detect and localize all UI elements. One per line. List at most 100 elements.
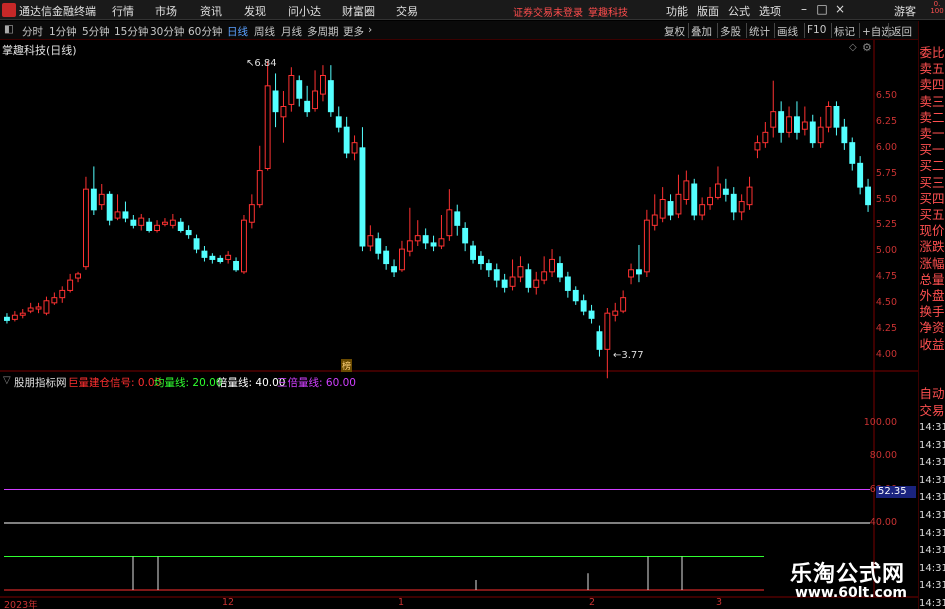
candle-body — [193, 238, 200, 250]
quote-field-label[interactable]: 卖五 — [919, 61, 945, 78]
candle-body — [351, 142, 358, 154]
menu-discover[interactable]: 发现 — [244, 3, 266, 19]
quote-field-label[interactable]: 卖一 — [919, 126, 945, 142]
menu-layout[interactable]: 版面 — [697, 3, 719, 19]
candle-body — [162, 221, 168, 225]
high-price-marker: ↖6.84 — [246, 58, 277, 69]
quote-field-label[interactable]: 净资 — [919, 320, 945, 337]
period-tab-9[interactable]: 多周期 — [307, 24, 339, 39]
candle-body — [849, 142, 856, 164]
period-tab-7[interactable]: 周线 — [254, 24, 275, 39]
close-icon[interactable]: × — [833, 2, 847, 17]
quote-field-label[interactable]: 委比 — [919, 45, 945, 61]
toolbar-right-item-4[interactable]: 画线 — [777, 24, 798, 39]
menu-trade[interactable]: 交易 — [396, 3, 418, 19]
candle-body — [691, 183, 698, 216]
candle-body — [675, 193, 682, 215]
candle-body — [4, 316, 10, 321]
quote-field-label[interactable]: 买三 — [919, 174, 945, 191]
menu-wealth-circle[interactable]: 财富圈 — [342, 3, 375, 19]
candle-body — [462, 227, 469, 244]
watermark-url: www.60lt.com — [795, 585, 908, 601]
candle-body — [620, 297, 627, 312]
candle-body — [715, 183, 721, 198]
candle-body — [801, 121, 808, 130]
toolbar-right-item-0[interactable]: 复权 — [664, 24, 685, 39]
toolbar-right-item-2[interactable]: 多股 — [720, 24, 741, 39]
menu-market-quotes[interactable]: 行情 — [112, 3, 134, 19]
period-tab-1[interactable]: 1分钟 — [49, 24, 77, 39]
menu-formula[interactable]: 公式 — [728, 3, 750, 19]
menu-functions[interactable]: 功能 — [666, 3, 688, 19]
price-axis-tick: 4.50 — [875, 296, 897, 308]
menu-options[interactable]: 选项 — [759, 3, 781, 19]
quote-field-label[interactable]: 外盘 — [919, 288, 945, 304]
candle-body — [612, 310, 619, 316]
rank-marker-badge[interactable]: 榜 — [341, 359, 353, 372]
quote-field-label[interactable]: 卖四 — [919, 77, 945, 94]
indicator-name[interactable]: 股朋指标网 — [14, 375, 67, 390]
trade-panel-label[interactable]: 自动 — [919, 386, 945, 402]
price-axis-tick: 6.50 — [875, 90, 897, 102]
candle-body — [722, 188, 729, 195]
menu-ask[interactable]: 问小达 — [288, 3, 321, 19]
quote-field-label[interactable]: 卖二 — [919, 109, 945, 126]
indicator-param-value: 60.00 — [322, 377, 356, 389]
toolbar-right-item-8[interactable]: 返回 — [891, 24, 912, 39]
toolbar-right-item-1[interactable]: 叠加 — [691, 24, 712, 39]
panel-toggle-icon[interactable]: ◧ — [4, 23, 14, 35]
candle-body — [794, 116, 800, 133]
quote-field-label[interactable]: 收益 — [919, 336, 945, 353]
candle-body — [557, 263, 563, 278]
period-tab-4[interactable]: 30分钟 — [150, 24, 184, 39]
more-chevron-icon[interactable]: › — [368, 24, 372, 36]
candle-body — [383, 250, 390, 265]
quote-field-label[interactable]: 买五 — [919, 207, 945, 223]
minimize-icon[interactable]: – — [797, 2, 811, 17]
toolbar-right-item-3[interactable]: 统计 — [749, 24, 770, 39]
menu-news[interactable]: 资讯 — [200, 3, 222, 19]
indicator-param-3: 三倍量线: 60.00 — [277, 375, 356, 390]
quote-field-label[interactable]: 买四 — [919, 190, 945, 207]
quote-field-label[interactable]: 买一 — [919, 142, 945, 159]
quote-field-label[interactable]: 现价 — [919, 223, 945, 240]
quote-field-label[interactable]: 换手 — [919, 304, 945, 321]
period-tab-6[interactable]: 日线 — [227, 24, 248, 39]
candle-body — [580, 300, 587, 312]
candle-body — [699, 204, 706, 216]
candle-body — [485, 263, 492, 271]
price-axis-tick: 5.75 — [875, 167, 897, 179]
low-price-value: 3.77 — [621, 350, 644, 361]
quote-field-label[interactable]: 涨幅 — [919, 255, 945, 272]
quote-field-label[interactable]: 买二 — [919, 158, 945, 175]
candle-body — [762, 131, 769, 144]
trade-panel-label[interactable]: 交易 — [919, 403, 945, 419]
quote-field-label[interactable]: 总量 — [919, 271, 945, 288]
date-axis-tick: 2 — [589, 597, 596, 608]
toolbar-right-item-5[interactable]: F10 — [807, 24, 826, 36]
period-tab-0[interactable]: 分时 — [22, 24, 43, 39]
period-tab-2[interactable]: 5分钟 — [82, 24, 110, 39]
candle-body — [470, 245, 476, 260]
toolbar-right-item-6[interactable]: 标记 — [834, 24, 855, 39]
restore-icon[interactable]: □ — [815, 2, 829, 17]
candle-body — [738, 201, 745, 213]
trade-login-notice[interactable]: 证券交易未登录 — [513, 4, 583, 19]
period-tab-3[interactable]: 15分钟 — [114, 24, 148, 39]
trade-time: 14:31 — [919, 562, 945, 574]
candle-body — [478, 255, 484, 265]
high-price-value: 6.84 — [254, 58, 277, 69]
quote-field-label[interactable]: 卖三 — [919, 93, 945, 110]
user-guest[interactable]: 游客 — [894, 3, 916, 19]
candle-body — [11, 314, 18, 320]
period-tab-5[interactable]: 60分钟 — [188, 24, 222, 39]
menu-market[interactable]: 市场 — [155, 3, 177, 19]
period-tab-10[interactable]: 更多 — [343, 24, 364, 39]
indicator-dropdown-icon[interactable]: ▽ — [3, 375, 11, 386]
quote-field-label[interactable]: 涨跌 — [919, 239, 945, 256]
candle-body — [98, 193, 105, 206]
candle-body — [169, 219, 176, 226]
period-tab-8[interactable]: 月线 — [281, 24, 302, 39]
trade-time: 14:31 — [919, 527, 945, 539]
date-axis-tick: 3 — [716, 597, 723, 608]
